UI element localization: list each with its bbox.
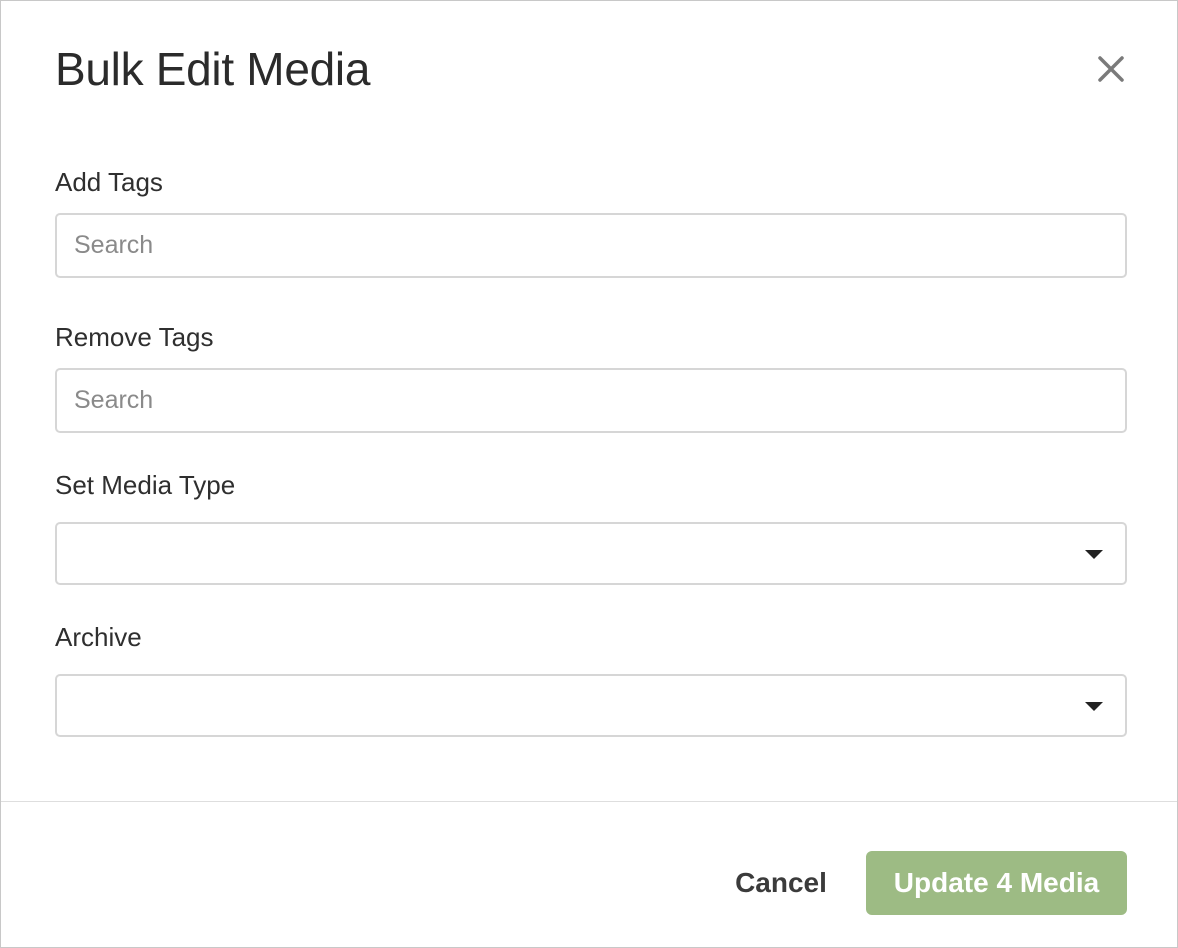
media-type-select[interactable] xyxy=(55,522,1127,585)
media-type-label: Set Media Type xyxy=(55,470,236,500)
add-tags-label: Add Tags xyxy=(55,167,163,197)
add-tags-search-input[interactable] xyxy=(55,213,1127,278)
archive-select[interactable] xyxy=(55,674,1127,737)
bulk-edit-media-dialog: Bulk Edit Media Add Tags Remove Tags Set… xyxy=(0,0,1178,948)
chevron-down-icon xyxy=(1085,550,1103,559)
chevron-down-icon xyxy=(1085,702,1103,711)
archive-label: Archive xyxy=(55,622,142,652)
update-media-button[interactable]: Update 4 Media xyxy=(866,851,1127,915)
close-icon xyxy=(1098,56,1124,82)
cancel-button[interactable]: Cancel xyxy=(719,851,843,915)
dialog-title: Bulk Edit Media xyxy=(55,43,371,95)
close-button[interactable] xyxy=(1093,51,1129,87)
footer-divider xyxy=(1,801,1177,802)
remove-tags-search-input[interactable] xyxy=(55,368,1127,433)
remove-tags-label: Remove Tags xyxy=(55,322,214,352)
